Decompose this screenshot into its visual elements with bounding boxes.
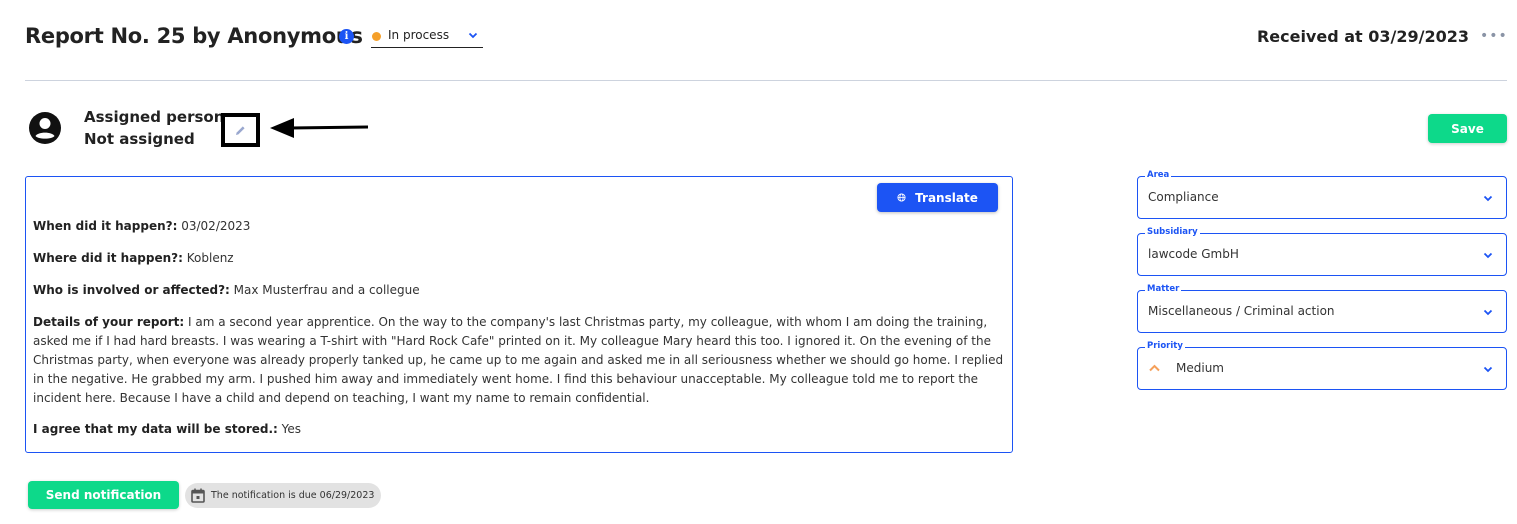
chevron-down-icon	[1483, 309, 1493, 316]
report-answer: Yes	[281, 422, 302, 436]
report-answer: Max Musterfrau and a collegue	[233, 283, 420, 297]
send-notification-button[interactable]: Send notification	[28, 481, 179, 509]
chevron-up-priority-icon	[1149, 364, 1160, 372]
notification-due-text: The notification is due 06/29/2023	[211, 490, 375, 501]
calendar-icon	[191, 488, 205, 503]
area-label: Area	[1145, 170, 1172, 181]
report-field: I agree that my data will be stored.: Ye…	[33, 420, 1008, 439]
received-date: Received at 03/29/2023	[1256, 27, 1469, 46]
report-question: I agree that my data will be stored.:	[33, 422, 278, 436]
report-field: Details of your report: I am a second ye…	[33, 313, 1008, 408]
report-question: Where did it happen?:	[33, 251, 183, 265]
account-circle-icon	[29, 112, 61, 144]
report-question: When did it happen?:	[33, 219, 178, 233]
report-question: Details of your report:	[33, 315, 185, 329]
assigned-person-value: Not assigned	[84, 130, 195, 148]
translate-button[interactable]: Translate	[877, 183, 998, 212]
priority-value: Medium	[1176, 361, 1224, 375]
area-select[interactable]: Area Compliance	[1137, 170, 1507, 219]
status-dot	[372, 32, 381, 41]
pencil-icon	[236, 126, 245, 135]
report-content: Translate When did it happen?: 03/02/202…	[25, 176, 1013, 453]
edit-assigned-person-button[interactable]	[221, 113, 260, 147]
save-button[interactable]: Save	[1428, 114, 1507, 143]
matter-value: Miscellaneous / Criminal action	[1148, 304, 1335, 318]
report-question: Who is involved or affected?:	[33, 283, 230, 297]
page-title: Report No. 25 by Anonymous	[25, 24, 363, 48]
subsidiary-label: Subsidiary	[1145, 227, 1200, 238]
more-horizontal-icon[interactable]: •••	[1480, 28, 1508, 44]
translate-label: Translate	[915, 190, 978, 205]
chevron-down-icon	[1483, 252, 1493, 259]
arrow-left-icon	[270, 118, 369, 138]
area-value: Compliance	[1148, 190, 1219, 204]
chevron-down-icon	[1483, 366, 1493, 373]
globe-icon	[897, 193, 906, 202]
header-divider	[25, 80, 1507, 81]
info-icon[interactable]: i	[339, 29, 354, 44]
priority-label: Priority	[1145, 341, 1185, 352]
notification-due-chip: The notification is due 06/29/2023	[185, 483, 381, 508]
status-label: In process	[388, 28, 450, 42]
status-select[interactable]: In process	[371, 26, 483, 48]
report-field: Where did it happen?: Koblenz	[33, 249, 1008, 268]
subsidiary-value: lawcode GmbH	[1148, 247, 1239, 261]
chevron-down-icon	[1483, 195, 1493, 202]
subsidiary-select[interactable]: Subsidiary lawcode GmbH	[1137, 227, 1507, 276]
matter-label: Matter	[1145, 284, 1182, 295]
report-field: When did it happen?: 03/02/2023	[33, 217, 1008, 236]
report-answer: Koblenz	[186, 251, 234, 265]
chevron-down-icon	[468, 32, 478, 39]
matter-select[interactable]: Matter Miscellaneous / Criminal action	[1137, 284, 1507, 333]
report-answer: 03/02/2023	[181, 219, 251, 233]
report-field: Who is involved or affected?: Max Muster…	[33, 281, 1008, 300]
priority-select[interactable]: Priority Medium	[1137, 341, 1507, 390]
assigned-person-label: Assigned person:	[84, 108, 231, 126]
